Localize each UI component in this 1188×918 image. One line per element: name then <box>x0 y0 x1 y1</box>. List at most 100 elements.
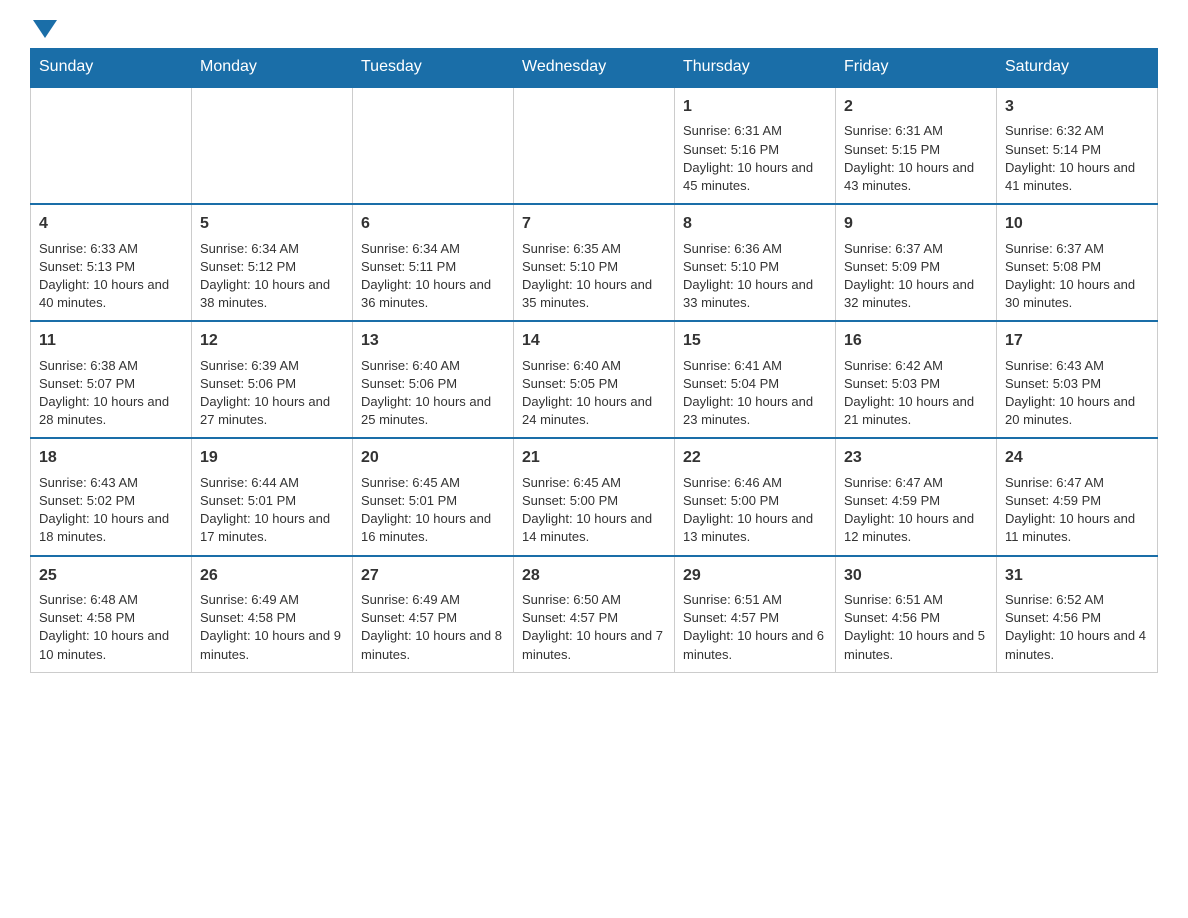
calendar-cell <box>192 87 353 204</box>
day-info: Daylight: 10 hours and 21 minutes. <box>844 393 988 429</box>
day-info: Sunrise: 6:31 AM <box>683 122 827 140</box>
calendar-cell: 25Sunrise: 6:48 AMSunset: 4:58 PMDayligh… <box>31 556 192 673</box>
day-number: 28 <box>522 565 666 587</box>
calendar-cell: 20 Sunrise: 6:45 AMSunset: 5:01 PMDayligh… <box>353 438 514 555</box>
day-info: Sunrise: 6:49 AM <box>361 591 505 609</box>
day-info: Daylight: 10 hours and 24 minutes. <box>522 393 666 429</box>
day-info: Sunset: 5:01 PM <box>361 492 505 510</box>
day-number: 11 <box>39 330 183 352</box>
day-number: 21 <box>522 447 666 469</box>
logo-text <box>30 20 60 38</box>
day-info: Daylight: 10 hours and 35 minutes. <box>522 276 666 312</box>
day-info: Sunrise: 6:34 AM <box>200 240 344 258</box>
calendar-cell: 7Sunrise: 6:35 AMSunset: 5:10 PMDaylight… <box>514 204 675 321</box>
calendar-week-row: 4Sunrise: 6:33 AMSunset: 5:13 PMDaylight… <box>31 204 1158 321</box>
day-info: Daylight: 10 hours and 41 minutes. <box>1005 159 1149 195</box>
day-info: Daylight: 10 hours and 5 minutes. <box>844 627 988 663</box>
day-info: Daylight: 10 hours and 10 minutes. <box>39 627 183 663</box>
calendar-header-row: SundayMondayTuesdayWednesdayThursdayFrid… <box>31 48 1158 87</box>
day-info: Sunrise: 6:43 AM <box>39 474 183 492</box>
day-number: 19 <box>200 447 344 469</box>
day-info: Daylight: 10 hours and 33 minutes. <box>683 276 827 312</box>
calendar-cell: 1Sunrise: 6:31 AMSunset: 5:16 PMDaylight… <box>675 87 836 204</box>
day-info: Sunrise: 6:50 AM <box>522 591 666 609</box>
day-info: Sunrise: 6:45 AM <box>361 474 505 492</box>
day-info: Daylight: 10 hours and 16 minutes. <box>361 510 505 546</box>
day-info: Sunset: 4:59 PM <box>844 492 988 510</box>
day-info: Daylight: 10 hours and 11 minutes. <box>1005 510 1149 546</box>
day-info: Sunrise: 6:46 AM <box>683 474 827 492</box>
day-info: Sunrise: 6:43 AM <box>1005 357 1149 375</box>
logo <box>30 20 60 38</box>
day-header-wednesday: Wednesday <box>514 48 675 87</box>
day-number: 29 <box>683 565 827 587</box>
logo-triangle-icon <box>33 20 57 38</box>
calendar-cell: 15Sunrise: 6:41 AMSunset: 5:04 PMDayligh… <box>675 321 836 438</box>
day-info: Sunrise: 6:36 AM <box>683 240 827 258</box>
calendar-cell: 23Sunrise: 6:47 AMSunset: 4:59 PMDayligh… <box>836 438 997 555</box>
day-number: 20 <box>361 447 505 469</box>
day-number: 9 <box>844 213 988 235</box>
day-number: 4 <box>39 213 183 235</box>
day-info: Daylight: 10 hours and 14 minutes. <box>522 510 666 546</box>
calendar: SundayMondayTuesdayWednesdayThursdayFrid… <box>30 48 1158 673</box>
day-info: Sunrise: 6:51 AM <box>683 591 827 609</box>
calendar-week-row: 1Sunrise: 6:31 AMSunset: 5:16 PMDaylight… <box>31 87 1158 204</box>
day-info: Daylight: 10 hours and 28 minutes. <box>39 393 183 429</box>
calendar-cell: 19Sunrise: 6:44 AMSunset: 5:01 PMDayligh… <box>192 438 353 555</box>
calendar-cell: 12Sunrise: 6:39 AMSunset: 5:06 PMDayligh… <box>192 321 353 438</box>
day-number: 7 <box>522 213 666 235</box>
day-info: Daylight: 10 hours and 45 minutes. <box>683 159 827 195</box>
day-number: 1 <box>683 96 827 118</box>
day-info: Daylight: 10 hours and 40 minutes. <box>39 276 183 312</box>
day-info: Sunset: 5:15 PM <box>844 141 988 159</box>
day-info: Sunrise: 6:33 AM <box>39 240 183 258</box>
day-info: Sunrise: 6:40 AM <box>522 357 666 375</box>
day-info: Sunset: 4:58 PM <box>39 609 183 627</box>
day-info: Sunrise: 6:49 AM <box>200 591 344 609</box>
calendar-cell: 9Sunrise: 6:37 AMSunset: 5:09 PMDaylight… <box>836 204 997 321</box>
calendar-cell: 17Sunrise: 6:43 AMSunset: 5:03 PMDayligh… <box>997 321 1158 438</box>
day-info: Daylight: 10 hours and 4 minutes. <box>1005 627 1149 663</box>
calendar-cell: 4 Sunrise: 6:33 AMSunset: 5:13 PMDaylight… <box>31 204 192 321</box>
day-info: Sunset: 4:56 PM <box>844 609 988 627</box>
day-info: Sunset: 5:08 PM <box>1005 258 1149 276</box>
calendar-cell: 14 Sunrise: 6:40 AMSunset: 5:05 PMDayligh… <box>514 321 675 438</box>
day-info: Sunrise: 6:47 AM <box>844 474 988 492</box>
calendar-cell: 31Sunrise: 6:52 AMSunset: 4:56 PMDayligh… <box>997 556 1158 673</box>
day-info: Sunset: 5:11 PM <box>361 258 505 276</box>
day-info: Sunset: 5:14 PM <box>1005 141 1149 159</box>
day-info: Daylight: 10 hours and 20 minutes. <box>1005 393 1149 429</box>
day-info: Sunrise: 6:44 AM <box>200 474 344 492</box>
day-info: Sunset: 5:13 PM <box>39 258 183 276</box>
day-number: 6 <box>361 213 505 235</box>
calendar-cell: 11Sunrise: 6:38 AMSunset: 5:07 PMDayligh… <box>31 321 192 438</box>
day-number: 10 <box>1005 213 1149 235</box>
calendar-cell: 5Sunrise: 6:34 AMSunset: 5:12 PMDaylight… <box>192 204 353 321</box>
day-header-saturday: Saturday <box>997 48 1158 87</box>
calendar-cell <box>31 87 192 204</box>
day-header-sunday: Sunday <box>31 48 192 87</box>
day-info: Sunset: 5:05 PM <box>522 375 666 393</box>
day-info: Sunset: 5:06 PM <box>361 375 505 393</box>
calendar-cell: 30Sunrise: 6:51 AMSunset: 4:56 PMDayligh… <box>836 556 997 673</box>
day-info: Sunrise: 6:47 AM <box>1005 474 1149 492</box>
calendar-cell: 24Sunrise: 6:47 AMSunset: 4:59 PMDayligh… <box>997 438 1158 555</box>
day-info: Daylight: 10 hours and 43 minutes. <box>844 159 988 195</box>
day-info: Sunrise: 6:37 AM <box>1005 240 1149 258</box>
day-number: 25 <box>39 565 183 587</box>
day-info: Sunset: 5:03 PM <box>844 375 988 393</box>
calendar-cell: 29Sunrise: 6:51 AMSunset: 4:57 PMDayligh… <box>675 556 836 673</box>
day-info: Sunset: 5:01 PM <box>200 492 344 510</box>
day-info: Sunset: 5:12 PM <box>200 258 344 276</box>
day-number: 16 <box>844 330 988 352</box>
calendar-cell: 28Sunrise: 6:50 AMSunset: 4:57 PMDayligh… <box>514 556 675 673</box>
day-info: Sunset: 5:03 PM <box>1005 375 1149 393</box>
calendar-cell: 2Sunrise: 6:31 AMSunset: 5:15 PMDaylight… <box>836 87 997 204</box>
day-info: Daylight: 10 hours and 25 minutes. <box>361 393 505 429</box>
day-number: 13 <box>361 330 505 352</box>
day-info: Sunrise: 6:40 AM <box>361 357 505 375</box>
day-info: Sunset: 5:10 PM <box>683 258 827 276</box>
day-info: Daylight: 10 hours and 7 minutes. <box>522 627 666 663</box>
day-number: 14 <box>522 330 666 352</box>
